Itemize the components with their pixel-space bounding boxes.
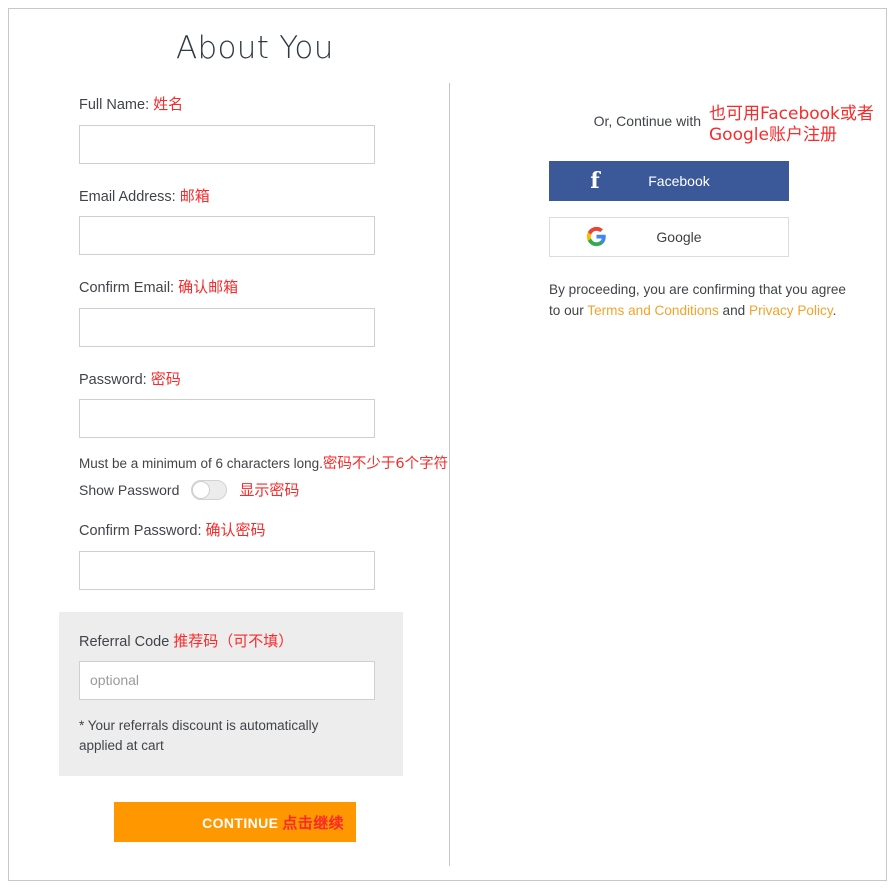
field-full-name: Full Name: 姓名 — [79, 94, 419, 164]
or-continue-annotation: 也可用Facebook或者Google账户注册 — [709, 104, 874, 146]
password-annotation: 密码 — [150, 369, 181, 388]
referral-note: * Your referrals discount is automatical… — [79, 717, 319, 754]
facebook-signin-button[interactable]: f Facebook — [549, 160, 789, 201]
password-input[interactable] — [79, 399, 375, 439]
email-input[interactable] — [79, 216, 375, 256]
confirm-password-annotation: 确认密码 — [205, 521, 266, 540]
password-hint-annotation: 密码不少于6个字符 — [322, 456, 449, 473]
continue-button-label: CONTINUE — [202, 814, 279, 831]
continue-button-annotation: 点击继续 — [282, 813, 344, 832]
google-icon — [576, 226, 616, 247]
confirm-password-label-text: Confirm Password: — [79, 523, 202, 540]
facebook-icon: f — [590, 167, 600, 194]
show-password-label: Show Password — [79, 481, 180, 498]
or-continue-row: Or, Continue with 也可用Facebook或者Google账户注… — [549, 104, 879, 147]
field-password: Password: 密码 — [79, 369, 419, 439]
terms-and-conditions-link[interactable]: Terms and Conditions — [587, 303, 718, 318]
password-hint: Must be a minimum of 6 characters long.密… — [79, 452, 448, 473]
field-email: Email Address: 邮箱 — [79, 186, 419, 256]
full-name-input[interactable] — [79, 124, 375, 164]
referral-label: Referral Code 推荐码（可不填） — [79, 630, 383, 651]
column-divider — [449, 83, 450, 866]
toggle-knob — [192, 480, 211, 499]
signup-page-frame: About You Full Name: 姓名 Email Address: 邮… — [8, 8, 887, 881]
confirm-email-label-text: Confirm Email: — [79, 280, 175, 297]
signup-form: Full Name: 姓名 Email Address: 邮箱 Confirm … — [59, 94, 448, 843]
show-password-annotation: 显示密码 — [239, 481, 300, 500]
social-signup-panel: Or, Continue with 也可用Facebook或者Google账户注… — [549, 104, 879, 321]
referral-annotation: 推荐码（可不填） — [173, 631, 294, 650]
privacy-policy-link[interactable]: Privacy Policy — [749, 303, 833, 318]
page-title: About You — [176, 30, 334, 66]
referral-code-section: Referral Code 推荐码（可不填） * Your referrals … — [59, 611, 403, 777]
password-hint-text: Must be a minimum of 6 characters long. — [79, 456, 323, 472]
referral-label-text: Referral Code — [79, 633, 170, 650]
show-password-row: Show Password 显示密码 — [79, 479, 419, 500]
email-label: Email Address: 邮箱 — [79, 186, 419, 208]
field-confirm-password: Confirm Password: 确认密码 — [79, 520, 419, 590]
password-label-text: Password: — [79, 371, 147, 388]
confirm-email-input[interactable] — [79, 307, 375, 347]
confirm-password-input[interactable] — [79, 550, 375, 590]
continue-button[interactable]: CONTINUE 点击继续 — [114, 802, 356, 843]
full-name-label-text: Full Name: — [79, 97, 150, 113]
full-name-label: Full Name: 姓名 — [79, 94, 419, 116]
terms-suffix: . — [832, 302, 837, 318]
email-annotation: 邮箱 — [179, 186, 210, 205]
confirm-password-label: Confirm Password: 确认密码 — [79, 520, 419, 542]
password-label: Password: 密码 — [79, 369, 419, 391]
terms-disclaimer: By proceeding, you are confirming that y… — [549, 279, 861, 321]
show-password-toggle[interactable] — [191, 479, 228, 500]
referral-code-input[interactable] — [79, 660, 375, 700]
facebook-button-label: Facebook — [648, 172, 710, 189]
confirm-email-label: Confirm Email: 确认邮箱 — [79, 277, 419, 299]
google-button-label: Google — [656, 228, 702, 245]
confirm-email-annotation: 确认邮箱 — [178, 278, 239, 297]
full-name-annotation: 姓名 — [153, 95, 184, 113]
email-label-text: Email Address: — [79, 188, 176, 205]
or-continue-text: Or, Continue with — [593, 113, 701, 129]
field-confirm-email: Confirm Email: 确认邮箱 — [79, 277, 419, 347]
google-signin-button[interactable]: Google — [549, 216, 789, 257]
terms-middle: and — [718, 302, 750, 318]
